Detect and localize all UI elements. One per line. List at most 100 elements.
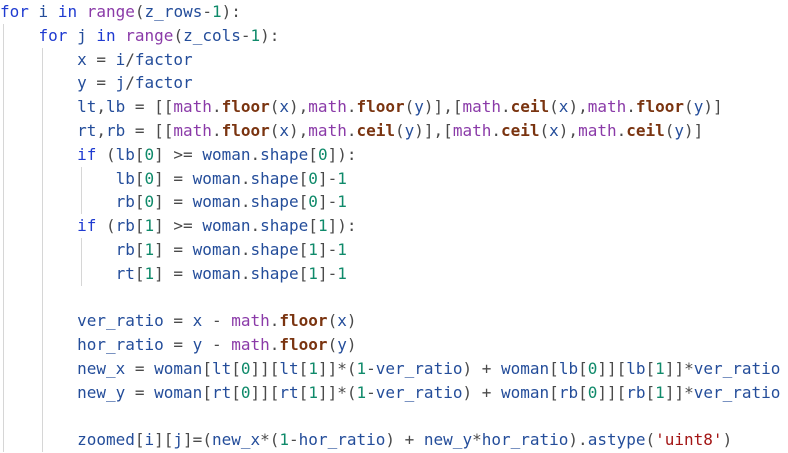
code-line[interactable]: zoomed[i][j]=(new_x*(1-hor_ratio) + new_… <box>0 428 732 452</box>
code-token: ]]*( <box>317 382 357 402</box>
code-token: y <box>77 73 87 93</box>
code-token: = <box>163 311 193 331</box>
code-line[interactable]: lb[0] = woman.shape[0]-1 <box>0 167 347 191</box>
code-line[interactable]: ver_ratio = x - math.floor(x) <box>0 309 356 333</box>
code-token: 0 <box>308 192 318 212</box>
code-token: ]][ <box>250 359 280 378</box>
code-token: [ <box>645 382 656 402</box>
code-token: math <box>173 121 212 140</box>
code-token: woman <box>192 240 241 259</box>
code-line[interactable]: for i in range(z_rows-1): <box>0 0 241 24</box>
code-token: rb <box>558 382 579 402</box>
code-token: 0 <box>587 359 598 378</box>
code-token: ( <box>96 216 116 236</box>
code-token: floor <box>635 97 685 117</box>
code-token: ]- <box>317 192 338 212</box>
code-token: math <box>173 97 212 117</box>
code-token: ( <box>134 2 145 21</box>
code-token: 1 <box>317 216 328 236</box>
code-line[interactable]: if (rb[1] >= woman.shape[1]): <box>0 214 356 238</box>
code-line[interactable]: rb[0] = woman.shape[0]-1 <box>0 190 347 214</box>
code-token: ( <box>539 121 550 140</box>
code-token: j <box>173 430 184 450</box>
code-editor[interactable]: for i in range(z_rows-1): for j in range… <box>0 0 788 453</box>
code-line[interactable]: lt,lb = [[math.floor(x),math.floor(y)],[… <box>0 95 723 119</box>
code-token: x <box>558 97 569 117</box>
code-token: ceil <box>510 97 550 117</box>
code-line[interactable]: new_x = woman[lt[0]][lt[1]]*(1-ver_ratio… <box>0 357 780 381</box>
code-token: ): <box>260 25 280 45</box>
code-token: [ <box>231 359 241 378</box>
code-token: ][ <box>154 430 174 450</box>
code-token: [ <box>134 216 145 236</box>
code-line[interactable]: rt,rb = [[math.floor(x),math.ceil(y)],[m… <box>0 119 703 143</box>
code-line[interactable]: rt[1] = woman.shape[1]-1 <box>0 262 347 286</box>
code-token: math <box>231 311 270 331</box>
code-token: [ <box>134 168 145 188</box>
code-token: ( <box>327 311 338 331</box>
code-token: 1 <box>308 263 318 283</box>
code-token: range <box>86 2 135 21</box>
code-token: ceil <box>500 121 540 140</box>
code-line[interactable]: x = i/factor <box>0 48 193 72</box>
code-line[interactable]: y = j/factor <box>0 71 193 95</box>
code-token: ), <box>558 121 579 140</box>
code-token: j <box>77 25 87 45</box>
code-token: 1 <box>308 240 318 259</box>
code-token: 1 <box>356 359 367 378</box>
indent-guide <box>3 23 4 453</box>
code-token: x <box>77 49 87 69</box>
code-token: new_y <box>77 382 126 402</box>
code-token: math <box>452 121 492 140</box>
code-line[interactable]: rb[1] = woman.shape[1]-1 <box>0 238 347 262</box>
code-line[interactable] <box>0 286 77 310</box>
code-token: 1 <box>337 192 347 212</box>
code-token: in <box>96 25 116 45</box>
code-line[interactable]: hor_ratio = y - math.floor(y) <box>0 333 356 357</box>
code-token: 0 <box>144 192 155 212</box>
code-line[interactable] <box>0 405 77 429</box>
code-token: 1 <box>356 382 367 402</box>
code-token: ) + <box>462 382 501 402</box>
code-token: y <box>414 97 424 117</box>
code-token: woman <box>192 168 241 188</box>
indent-guide <box>41 47 43 453</box>
code-token: ( <box>645 430 656 450</box>
code-token: floor <box>279 311 328 331</box>
code-token: y <box>693 97 704 117</box>
code-token: ( <box>96 144 116 164</box>
code-line[interactable]: for j in range(z_cols-1): <box>0 24 280 48</box>
code-token: ), <box>568 97 588 117</box>
code-token: woman <box>154 359 203 378</box>
code-token: lt <box>77 97 97 117</box>
code-token: shape <box>250 263 299 283</box>
code-token: ), <box>289 121 309 140</box>
code-token: math <box>587 97 627 117</box>
code-line[interactable]: new_y = woman[rt[0]][rt[1]]*(1-ver_ratio… <box>0 381 780 405</box>
code-token: )],[ <box>423 97 463 117</box>
code-token: 1 <box>144 216 155 236</box>
code-token: x <box>337 311 347 331</box>
code-token: . <box>211 97 222 117</box>
code-line[interactable]: if (lb[0] >= woman.shape[0]): <box>0 143 356 167</box>
code-token: y <box>404 121 415 140</box>
code-token: [ <box>578 382 588 402</box>
code-token: factor <box>134 49 193 69</box>
code-token: ] >= <box>154 216 203 236</box>
code-token: woman <box>501 359 550 378</box>
code-token: lt <box>211 359 232 378</box>
code-token: woman <box>192 263 241 283</box>
code-token: floor <box>279 335 328 355</box>
code-token: ver_ratio <box>375 359 463 378</box>
code-token: ( <box>173 25 184 45</box>
code-token: [ <box>298 168 309 188</box>
